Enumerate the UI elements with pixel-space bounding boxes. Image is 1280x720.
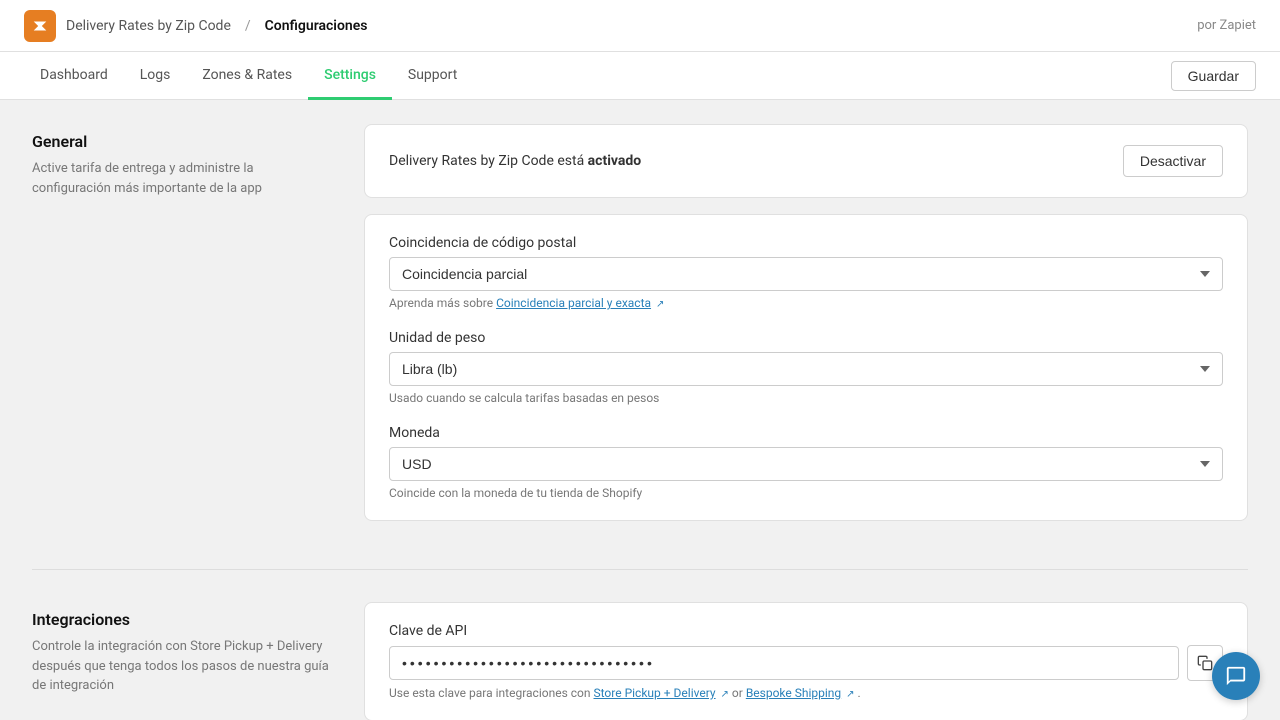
tab-zones-rates[interactable]: Zones & Rates (186, 53, 308, 100)
deactivate-button[interactable]: Desactivar (1123, 145, 1223, 177)
nav-bar: Dashboard Logs Zones & Rates Settings Su… (0, 52, 1280, 100)
currency-select[interactable]: USDEURMXNARS (389, 447, 1223, 481)
external-link-icon: ↗ (656, 299, 664, 310)
external-icon-2: ↗ (846, 689, 854, 700)
api-hint: Use esta clave para integraciones con St… (389, 686, 1223, 700)
tab-dashboard[interactable]: Dashboard (24, 53, 124, 100)
general-description: Active tarifa de entrega y administre la… (32, 159, 332, 198)
currency-label: Moneda (389, 425, 1223, 441)
api-key-card: Clave de API Use esta clave para integra… (364, 602, 1248, 720)
settings-card: Coincidencia de código postal Coincidenc… (364, 214, 1248, 521)
external-icon-1: ↗ (721, 689, 729, 700)
tab-support[interactable]: Support (392, 53, 473, 100)
por-zapiet-label: por Zapiet (1197, 18, 1256, 33)
weight-unit-hint: Usado cuando se calcula tarifas basadas … (389, 391, 1223, 405)
top-bar: Delivery Rates by Zip Code / Configuraci… (0, 0, 1280, 52)
current-page-title: Configuraciones (265, 18, 368, 34)
zip-matching-link[interactable]: Coincidencia parcial y exacta (496, 296, 651, 310)
currency-group: Moneda USDEURMXNARS Coincide con la mone… (389, 425, 1223, 500)
api-key-row (389, 645, 1223, 681)
store-pickup-link[interactable]: Store Pickup + Delivery (594, 686, 716, 700)
api-key-label: Clave de API (389, 623, 1223, 639)
save-button[interactable]: Guardar (1171, 61, 1256, 91)
zip-matching-label: Coincidencia de código postal (389, 235, 1223, 251)
weight-unit-group: Unidad de peso Libra (lb)Kilogramo (kg) … (389, 330, 1223, 405)
general-sidebar: General Active tarifa de entrega y admin… (32, 124, 332, 537)
integrations-content: Clave de API Use esta clave para integra… (364, 602, 1248, 720)
app-title: Delivery Rates by Zip Code (66, 18, 231, 34)
status-card: Delivery Rates by Zip Code está activado… (364, 124, 1248, 198)
section-divider (32, 569, 1248, 570)
tab-logs[interactable]: Logs (124, 53, 187, 100)
general-section: General Active tarifa de entrega y admin… (32, 124, 1248, 537)
status-row: Delivery Rates by Zip Code está activado… (389, 145, 1223, 177)
tab-settings[interactable]: Settings (308, 53, 392, 100)
zapiet-icon (24, 10, 56, 42)
bespoke-shipping-link[interactable]: Bespoke Shipping (746, 686, 841, 700)
chat-button[interactable] (1212, 652, 1260, 700)
app-branding: Delivery Rates by Zip Code / Configuraci… (24, 10, 367, 42)
general-content: Delivery Rates by Zip Code está activado… (364, 124, 1248, 537)
currency-hint: Coincide con la moneda de tu tienda de S… (389, 486, 1223, 500)
page-content: General Active tarifa de entrega y admin… (0, 100, 1280, 720)
general-title: General (32, 132, 332, 151)
zip-matching-hint: Aprenda más sobre Coincidencia parcial y… (389, 296, 1223, 310)
nav-tabs: Dashboard Logs Zones & Rates Settings Su… (24, 52, 473, 99)
weight-unit-label: Unidad de peso (389, 330, 1223, 346)
integrations-title: Integraciones (32, 610, 332, 629)
weight-unit-select[interactable]: Libra (lb)Kilogramo (kg) (389, 352, 1223, 386)
api-key-input[interactable] (389, 646, 1179, 680)
title-separator: / (245, 18, 251, 34)
integrations-sidebar: Integraciones Controle la integración co… (32, 602, 332, 720)
copy-icon (1197, 655, 1213, 671)
zip-matching-group: Coincidencia de código postal Coincidenc… (389, 235, 1223, 310)
integrations-description: Controle la integración con Store Pickup… (32, 637, 332, 696)
integrations-section: Integraciones Controle la integración co… (32, 602, 1248, 720)
zip-matching-select[interactable]: Coincidencia parcialCoincidencia exacta (389, 257, 1223, 291)
status-text: Delivery Rates by Zip Code está activado (389, 153, 641, 169)
